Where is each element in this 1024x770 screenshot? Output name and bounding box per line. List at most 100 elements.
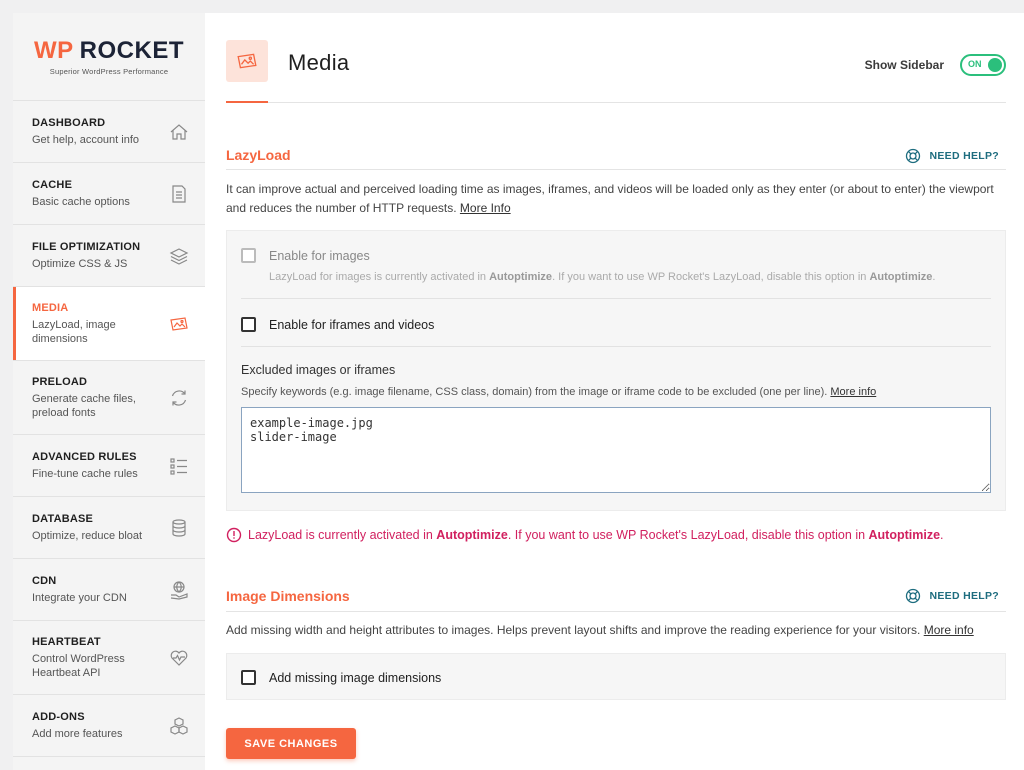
lazyload-more-info-link[interactable]: More Info	[460, 201, 511, 215]
warning-plugin: Autoptimize	[436, 528, 508, 542]
sidebar-item-preload[interactable]: PRELOAD Generate cache files, preload fon…	[13, 361, 205, 435]
sidebar-item-desc: Optimize CSS & JS	[32, 257, 128, 270]
logo[interactable]: WP ROCKET Superior WordPress Performance	[13, 13, 205, 101]
page-header: Media Show Sidebar ON	[226, 40, 1006, 103]
show-sidebar-label: Show Sidebar	[864, 58, 944, 72]
enable-iframes-row: Enable for iframes and videos	[241, 317, 434, 332]
image-icon	[167, 312, 191, 336]
sidebar-item-desc: Add more features	[32, 727, 123, 740]
note-text: LazyLoad for images is currently activat…	[269, 271, 490, 283]
section-divider	[226, 611, 1006, 612]
enable-iframes-checkbox[interactable]	[241, 317, 256, 332]
panel-divider	[241, 298, 991, 299]
sidebar-item-desc: Control WordPress Heartbeat API	[32, 652, 125, 679]
image-dimensions-description: Add missing width and height attributes …	[226, 621, 1006, 640]
show-sidebar-control: Show Sidebar ON	[865, 54, 1006, 76]
lifebuoy-icon	[906, 588, 921, 604]
sidebar: WP ROCKET Superior WordPress Performance…	[13, 13, 205, 770]
enable-iframes-label: Enable for iframes and videos	[269, 317, 435, 332]
need-help-label: NEED HELP?	[929, 150, 999, 162]
cubes-icon	[167, 714, 191, 738]
sidebar-item-desc: Integrate your CDN	[32, 591, 127, 604]
lazyload-warning: LazyLoad is currently activated in Autop…	[226, 527, 944, 543]
toggle-knob	[988, 58, 1002, 72]
enable-images-checkbox[interactable]	[241, 248, 256, 263]
show-sidebar-toggle[interactable]: ON	[960, 54, 1006, 76]
home-icon	[167, 120, 191, 144]
refresh-icon	[167, 386, 191, 410]
lazyload-options-panel: Enable for images LazyLoad for images is…	[226, 230, 1006, 511]
sidebar-item-title: CACHE	[32, 178, 73, 191]
sidebar-item-add-ons[interactable]: ADD-ONS Add more features	[13, 695, 205, 757]
image-dimensions-description-text: Add missing width and height attributes …	[226, 623, 921, 637]
sidebar-item-desc: Generate cache files, preload fonts	[32, 392, 136, 419]
logo-tagline: Superior WordPress Performance	[49, 67, 169, 76]
section-divider	[226, 169, 1006, 170]
main-content: Media Show Sidebar ON LazyLoad NEED HELP…	[205, 13, 1024, 770]
lazyload-section-title: LazyLoad	[226, 147, 291, 163]
toggle-state-text: ON	[968, 59, 982, 69]
sidebar-item-file-optimization[interactable]: FILE OPTIMIZATION Optimize CSS & JS	[13, 225, 205, 287]
add-missing-dimensions-row: Add missing image dimensions	[241, 670, 441, 685]
sidebar-item-desc: LazyLoad, image dimensions	[32, 318, 116, 345]
sidebar-item-title: HEARTBEAT	[32, 635, 101, 648]
sidebar-item-title: CDN	[32, 574, 57, 587]
sidebar-item-advanced-rules[interactable]: ADVANCED RULES Fine-tune cache rules	[13, 435, 205, 497]
excluded-textarea[interactable]	[241, 407, 991, 493]
image-dimensions-section-title: Image Dimensions	[226, 588, 350, 604]
sidebar-item-desc: Get help, account info	[32, 133, 140, 146]
add-missing-dimensions-checkbox[interactable]	[241, 670, 256, 685]
sidebar-item-dashboard[interactable]: DASHBOARD Get help, account info	[13, 101, 205, 163]
heart-pulse-icon	[167, 646, 191, 670]
sidebar-item-desc: Fine-tune cache rules	[32, 467, 138, 480]
enable-images-note: LazyLoad for images is currently activat…	[269, 271, 935, 283]
sidebar-item-title: MEDIA	[32, 301, 69, 314]
excluded-field-label: Excluded images or iframes	[241, 363, 396, 377]
enable-images-row: Enable for images	[241, 248, 370, 263]
warning-part: .	[940, 528, 944, 542]
warning-text: LazyLoad is currently activated in Autop…	[248, 528, 944, 542]
enable-images-label: Enable for images	[269, 248, 370, 263]
sidebar-item-cache[interactable]: CACHE Basic cache options	[13, 163, 205, 225]
note-text: . If you want to use WP Rocket's LazyLoa…	[552, 271, 870, 283]
excluded-desc-text: Specify keywords (e.g. image filename, C…	[241, 386, 828, 398]
sidebar-item-media[interactable]: MEDIA LazyLoad, image dimensions	[13, 287, 205, 361]
globe-hand-icon	[167, 578, 191, 602]
page-title: Media	[288, 50, 350, 75]
sidebar-item-database[interactable]: DATABASE Optimize, reduce bloat	[13, 497, 205, 559]
sidebar-item-title: ADD-ONS	[32, 710, 85, 723]
panel-divider	[241, 346, 991, 347]
sidebar-item-title: PRELOAD	[32, 375, 88, 388]
logo-wordmark: WP ROCKET	[34, 37, 184, 65]
sidebar-item-title: DATABASE	[32, 512, 94, 525]
image-dimensions-more-info-link[interactable]: More info	[924, 623, 974, 637]
warning-plugin: Autoptimize	[868, 528, 941, 542]
excluded-field-desc: Specify keywords (e.g. image filename, C…	[241, 386, 876, 398]
sidebar-item-cdn[interactable]: CDN Integrate your CDN	[13, 559, 205, 621]
excluded-more-info-link[interactable]: More info	[830, 386, 876, 398]
alert-icon	[226, 527, 242, 543]
database-icon	[167, 516, 191, 540]
save-changes-button[interactable]: SAVE CHANGES	[226, 728, 356, 759]
layers-icon	[167, 244, 191, 268]
header-accent-line	[226, 101, 268, 103]
sidebar-item-heartbeat[interactable]: HEARTBEAT Control WordPress Heartbeat API	[13, 621, 205, 695]
lazyload-description: It can improve actual and perceived load…	[226, 180, 1006, 218]
add-missing-dimensions-label: Add missing image dimensions	[269, 670, 442, 685]
sidebar-item-desc: Optimize, reduce bloat	[32, 529, 143, 542]
note-plugin: Autoptimize	[489, 271, 553, 283]
warning-part: . If you want to use WP Rocket's LazyLoa…	[507, 528, 869, 542]
image-dimensions-need-help-link[interactable]: NEED HELP?	[905, 588, 999, 604]
lazyload-need-help-link[interactable]: NEED HELP?	[905, 148, 999, 164]
list-icon	[167, 454, 191, 478]
image-dimensions-panel: Add missing image dimensions	[226, 653, 1006, 700]
note-text: .	[932, 271, 936, 283]
lazyload-description-text: It can improve actual and perceived load…	[226, 182, 994, 215]
note-plugin: Autoptimize	[869, 271, 933, 283]
sidebar-item-title: ADVANCED RULES	[32, 450, 137, 463]
sidebar-item-desc: Basic cache options	[32, 195, 130, 208]
logo-rocket: ROCKET	[79, 37, 184, 64]
warning-part: LazyLoad is currently activated in	[248, 528, 437, 542]
document-icon	[167, 182, 191, 206]
need-help-label: NEED HELP?	[929, 590, 999, 602]
